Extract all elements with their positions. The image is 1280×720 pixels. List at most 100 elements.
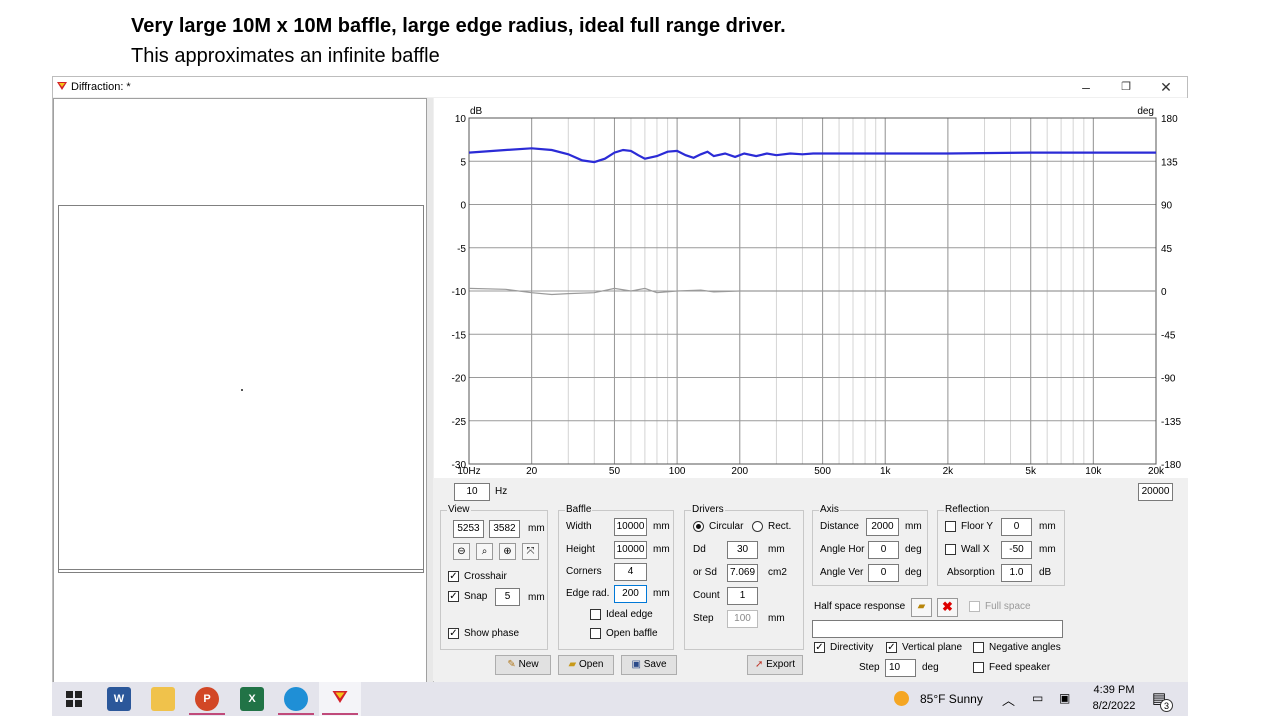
freq-max-input[interactable]: 20000 [1138,483,1173,501]
clock-date[interactable]: 8/2/2022 [1089,700,1139,712]
x-tick-label: 200 [731,466,748,477]
view-y-input[interactable]: 3582 [489,520,520,538]
vertical-plane-label: Vertical plane [902,642,963,653]
open-baffle-label: Open baffle [606,628,658,639]
frequency-response-plot[interactable]: 10 180 5 135 0 90 -5 45 -10 0 -15 -45 -20 -90 -25 -135 -… [434,98,1188,478]
expand-icon[interactable]: ⤧ [522,543,539,560]
window-title: Diffraction: * [71,81,131,93]
x-tick-label: 20k [1148,466,1165,477]
weather-text[interactable]: 85°F Sunny [920,692,983,706]
powerpoint-icon[interactable]: P [195,687,219,711]
open-button[interactable]: ▰ Open [558,655,614,675]
close-button[interactable]: ✕ [1146,77,1186,97]
export-label: Export [766,659,796,670]
distance-unit: mm [905,521,922,532]
height-input[interactable]: 10000 [614,541,647,559]
delete-icon[interactable]: ✖ [937,598,958,617]
y-tick-label: -5 [457,244,466,255]
count-label: Count [693,590,720,601]
snap-checkbox[interactable]: ✓ [448,591,459,602]
driver-step-input[interactable]: 100 [727,610,758,628]
floor-input[interactable]: 0 [1001,518,1032,536]
save-label: Save [643,659,667,670]
save-button[interactable]: ▣ Save [621,655,677,675]
open-baffle-checkbox[interactable] [590,628,601,639]
angle-step-input[interactable]: 10 [885,659,916,677]
half-space-path-input[interactable] [812,620,1063,638]
height-label: Height [566,544,595,555]
excel-icon[interactable]: X [240,687,264,711]
wall-checkbox[interactable] [945,544,956,555]
absorption-input[interactable]: 1.0 [1001,564,1032,582]
angle-hor-input[interactable]: 0 [868,541,899,559]
meet-now-icon[interactable]: ▭ [1032,691,1043,705]
freq-min-input[interactable]: 10 [454,483,490,501]
full-space-checkbox[interactable] [969,601,980,612]
pane-splitter[interactable] [427,98,433,683]
floor-checkbox[interactable] [945,521,956,532]
zoom-in-icon[interactable]: ⊕ [499,543,516,560]
x-tick-label: 10k [1085,466,1102,477]
width-label: Width [566,521,592,532]
directivity-checkbox[interactable]: ✓ [814,642,825,653]
crosshair-checkbox[interactable]: ✓ [448,571,459,582]
word-icon[interactable]: W [107,687,131,711]
ideal-edge-checkbox[interactable] [590,609,601,620]
export-icon: ➚ [754,659,764,670]
file-explorer-icon[interactable] [151,687,175,711]
diffraction-app-taskbar-item[interactable] [319,682,361,716]
network-icon[interactable]: ▣ [1059,691,1070,705]
new-label: New [518,659,539,670]
y-tick-label: 0 [460,201,466,212]
chevron-up-icon[interactable]: ︿ [1002,690,1015,709]
angle-ver-input[interactable]: 0 [868,564,899,582]
zoom-fit-icon[interactable]: ⌕ [476,543,493,560]
count-input[interactable]: 1 [727,587,758,605]
y2-tick-label: -180 [1161,460,1181,471]
negative-angles-checkbox[interactable] [973,642,984,653]
angle-step-label: Step [859,662,880,673]
minimize-button[interactable]: – [1066,77,1106,97]
distance-input[interactable]: 2000 [866,518,899,536]
x-tick-label: 50 [609,466,621,477]
y-tick-label: -20 [452,374,467,385]
corners-input[interactable]: 4 [614,563,647,581]
baffle-view-canvas[interactable] [53,98,427,683]
sun-weather-icon[interactable] [894,691,909,706]
wall-label: Wall X [961,544,990,555]
y2-tick-label: 0 [1161,287,1167,298]
open-folder-icon[interactable]: ▰ [911,598,932,617]
view-x-input[interactable]: 5253 [453,520,484,538]
zoom-out-icon[interactable]: ⊖ [453,543,470,560]
show-phase-checkbox[interactable]: ✓ [448,628,459,639]
rect-radio[interactable] [752,521,763,532]
y2-tick-label: 135 [1161,157,1178,168]
edge-browser-icon[interactable] [284,687,308,711]
dd-input[interactable]: 30 [727,541,758,559]
angle-step-unit: deg [922,662,939,673]
title-bar: Diffraction: * – ❐ ✕ [53,77,1187,97]
angle-ver-label: Angle Ver [820,567,864,578]
export-button[interactable]: ➚ Export [747,655,803,675]
new-button[interactable]: ✎ New [495,655,551,675]
edge-radius-unit: mm [653,588,670,599]
vertical-plane-checkbox[interactable]: ✓ [886,642,897,653]
wall-input[interactable]: -50 [1001,541,1032,559]
reflection-group-title: Reflection [944,504,991,515]
restore-button[interactable]: ❐ [1106,77,1146,97]
feed-speaker-checkbox[interactable] [973,662,984,673]
x-tick-label: 20 [526,466,538,477]
width-input[interactable]: 10000 [614,518,647,536]
clock-time[interactable]: 4:39 PM [1089,684,1139,696]
y-tick-label: -25 [452,417,467,428]
snap-input[interactable]: 5 [495,588,520,606]
x-tick-label: 1k [880,466,892,477]
negative-angles-label: Negative angles [989,642,1061,653]
sd-input[interactable]: 7.069 [727,564,758,582]
circular-radio[interactable] [693,521,704,532]
angle-hor-unit: deg [905,544,922,555]
edge-radius-input[interactable]: 200 [614,585,647,603]
notification-count-badge: 3 [1160,699,1173,712]
snap-label: Snap [464,591,488,602]
windows-start-icon[interactable] [66,691,82,707]
